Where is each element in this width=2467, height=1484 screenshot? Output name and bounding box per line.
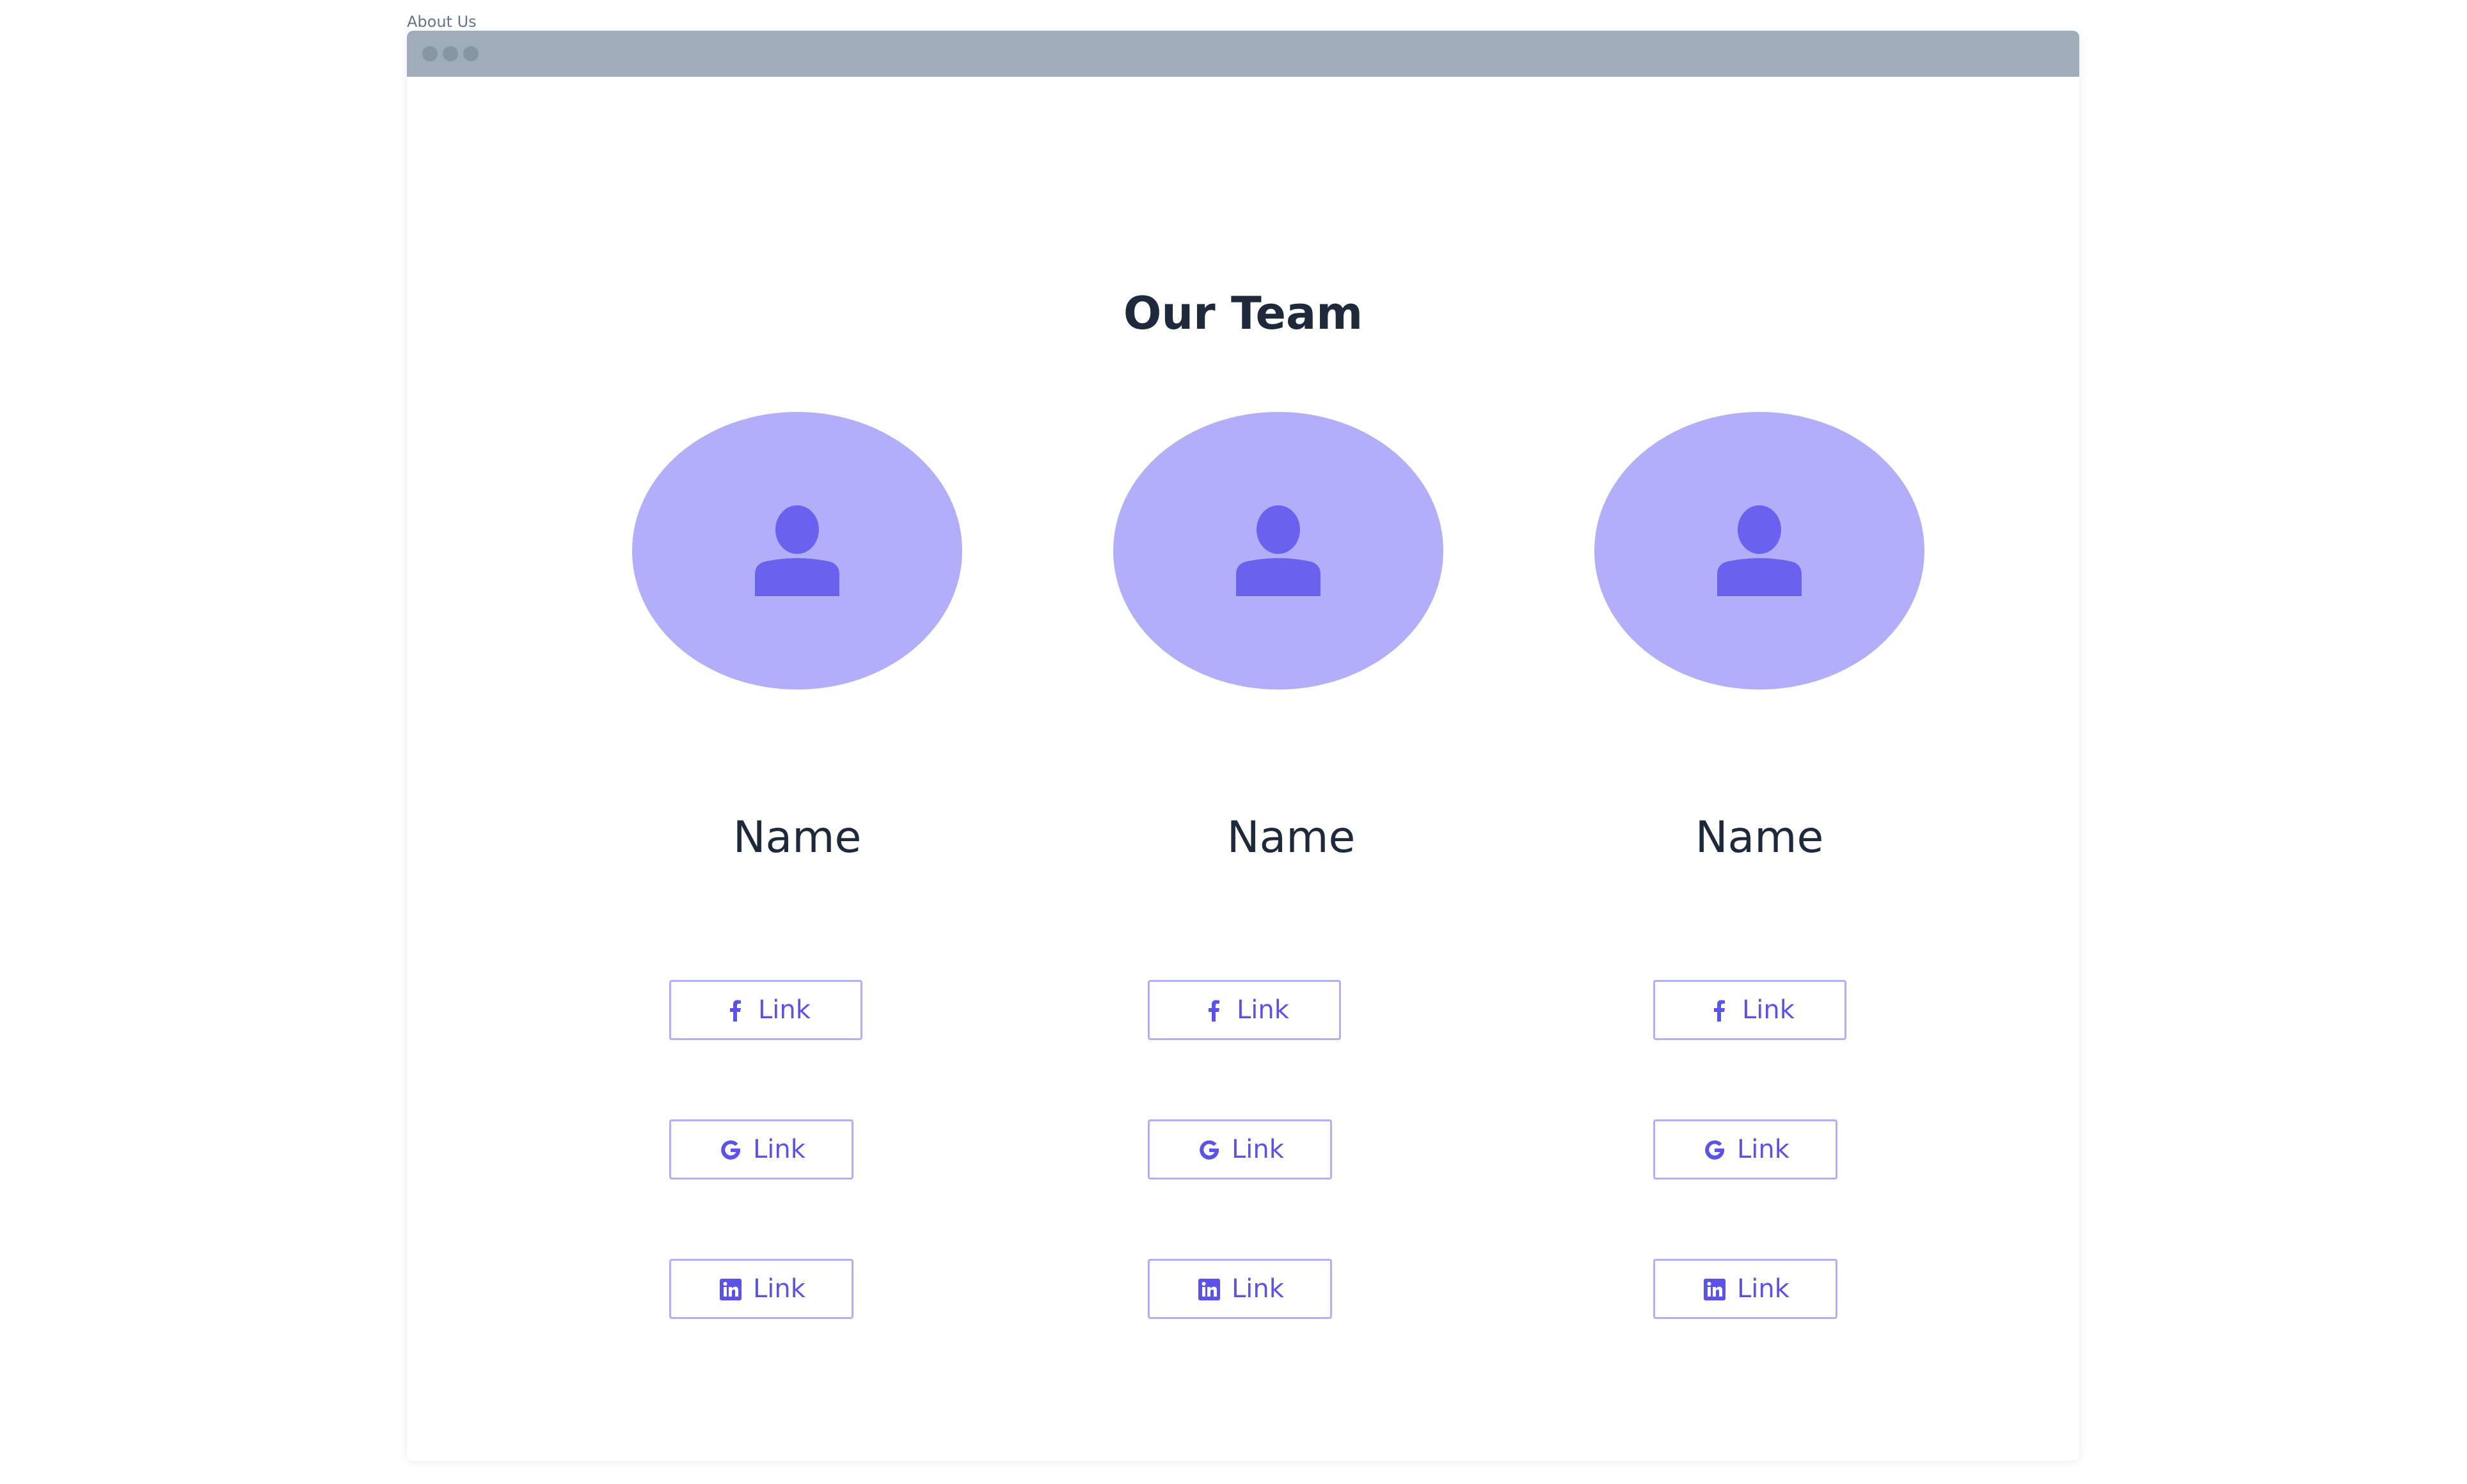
avatar — [1594, 412, 1924, 690]
window-control-dot[interactable] — [422, 46, 438, 61]
browser-window: Our Team Name Link Link Link Name Link L… — [407, 31, 2079, 1461]
facebook-link-button[interactable]: Link — [1653, 980, 1846, 1040]
link-label: Link — [1742, 995, 1795, 1025]
link-label: Link — [753, 1274, 805, 1304]
user-icon — [1717, 505, 1802, 596]
link-label: Link — [1232, 1274, 1284, 1304]
link-label: Link — [1237, 995, 1289, 1025]
user-icon — [1236, 505, 1321, 596]
linkedin-icon — [1198, 1279, 1220, 1300]
linkedin-link-button[interactable]: Link — [1653, 1259, 1837, 1319]
linkedin-link-button[interactable]: Link — [1148, 1259, 1332, 1319]
user-icon — [755, 505, 839, 596]
page-label: About Us — [407, 13, 477, 31]
google-link-button[interactable]: Link — [1653, 1119, 1837, 1180]
link-label: Link — [1737, 1135, 1789, 1164]
window-control-dot[interactable] — [443, 46, 458, 61]
google-icon — [1200, 1140, 1219, 1160]
facebook-icon — [1209, 1000, 1219, 1022]
avatar — [632, 412, 962, 690]
facebook-icon — [1714, 1000, 1725, 1022]
avatar — [1113, 412, 1443, 690]
window-control-dot[interactable] — [463, 46, 479, 61]
page-title: Our Team — [1123, 287, 1363, 340]
facebook-link-button[interactable]: Link — [669, 980, 862, 1040]
facebook-icon — [730, 1000, 741, 1022]
google-icon — [1705, 1140, 1724, 1160]
facebook-link-button[interactable]: Link — [1148, 980, 1341, 1040]
linkedin-icon — [720, 1279, 742, 1300]
linkedin-icon — [1704, 1279, 1725, 1300]
google-link-button[interactable]: Link — [669, 1119, 853, 1180]
link-label: Link — [753, 1135, 805, 1164]
member-name: Name — [1695, 812, 1824, 863]
google-icon — [721, 1140, 740, 1160]
google-link-button[interactable]: Link — [1148, 1119, 1332, 1180]
link-label: Link — [758, 995, 811, 1025]
link-label: Link — [1232, 1135, 1284, 1164]
link-label: Link — [1737, 1274, 1789, 1304]
linkedin-link-button[interactable]: Link — [669, 1259, 853, 1319]
window-title-bar — [407, 31, 2079, 77]
member-name: Name — [1226, 812, 1356, 863]
team-section: Our Team Name Link Link Link Name Link L… — [407, 77, 2079, 1461]
member-name: Name — [733, 812, 862, 863]
